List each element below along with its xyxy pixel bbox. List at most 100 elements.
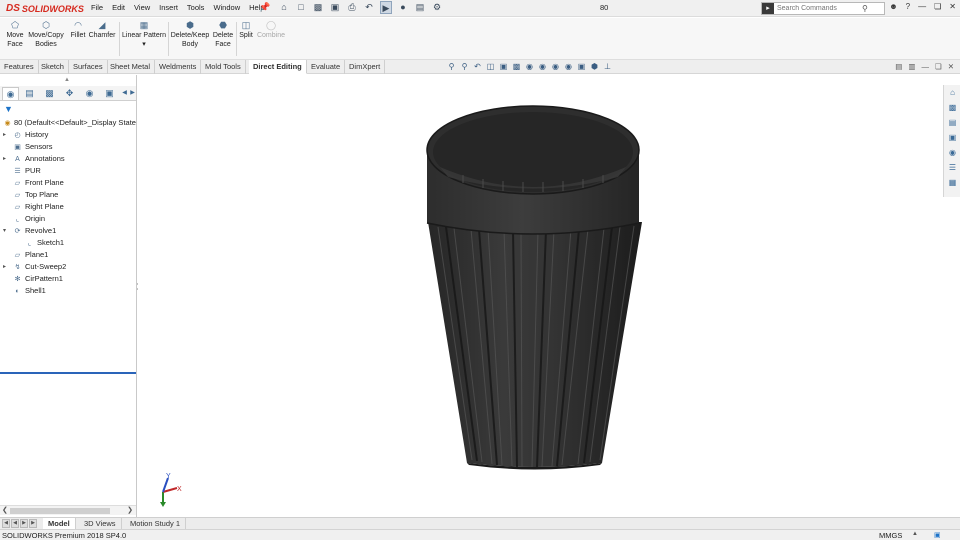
file-explorer-icon[interactable]: ▤ [944, 115, 960, 130]
viewport-close-icon[interactable]: ✕ [948, 62, 954, 71]
tree-item-sketch1[interactable]: ⌞ Sketch1 [0, 237, 136, 249]
tab-weldments[interactable]: Weldments [155, 60, 202, 74]
view-orientation-icon[interactable]: ▩ [512, 61, 521, 73]
panel-grip[interactable]: ▲ [64, 77, 70, 83]
minimize-icon[interactable]: — [918, 2, 926, 11]
menu-edit[interactable]: Edit [109, 3, 128, 12]
combine-button[interactable]: ◯ Combine [256, 20, 286, 40]
fillet-button[interactable]: ◠ Fillet [68, 20, 88, 40]
property-manager-tab-icon[interactable]: ▤ [21, 87, 38, 100]
viewport-restore-icon[interactable]: ❏ [935, 62, 942, 71]
tile-icon[interactable]: ▤ [895, 62, 902, 71]
tree-horizontal-scrollbar[interactable]: ❮ ❯ [0, 505, 136, 515]
chamfer-button[interactable]: ◢ Chamfer [88, 20, 116, 40]
restore-icon[interactable]: ❏ [934, 2, 941, 11]
tree-item-right-plane[interactable]: ▱ Right Plane [0, 201, 136, 213]
edit-appearance-icon[interactable]: ◉ [551, 61, 560, 73]
scroll-thumb[interactable] [10, 508, 110, 514]
rebuild-icon[interactable]: ● [397, 1, 409, 14]
tree-item-sensors[interactable]: ▣ Sensors [0, 141, 136, 153]
solidworks-resources-icon[interactable]: ⌂ [944, 85, 960, 100]
tree-item-part[interactable]: ◉ 80 (Default<<Default>_Display State 1>… [0, 117, 136, 129]
unit-system[interactable]: MMGS [879, 531, 902, 540]
units-dropdown-icon[interactable]: ▲ [912, 531, 918, 537]
home-icon[interactable]: ⌂ [278, 1, 290, 14]
tree-item-cirpattern1[interactable]: ✻ CirPattern1 [0, 273, 136, 285]
display-manager-tab-icon[interactable]: ◉ [81, 87, 98, 100]
tree-item-plane1[interactable]: ▱ Plane1 [0, 249, 136, 261]
tab-sketch[interactable]: Sketch [37, 60, 69, 74]
menu-insert[interactable]: Insert [156, 3, 181, 12]
tree-item-history[interactable]: ▸ ◴ History [0, 129, 136, 141]
tree-item-annotations[interactable]: ▸ A Annotations [0, 153, 136, 165]
next-tab-icon[interactable]: ▶ [20, 519, 28, 528]
split-button[interactable]: ◫ Split [238, 20, 254, 40]
menu-view[interactable]: View [131, 3, 153, 12]
tree-item-shell1[interactable]: ◐ Shell1 [0, 285, 136, 297]
rollback-bar[interactable] [0, 372, 136, 374]
search-input[interactable] [774, 5, 862, 12]
previous-tab-icon[interactable]: ◀ [11, 519, 19, 528]
move-face-button[interactable]: ⬠ Move Face [4, 20, 26, 49]
display-style-icon[interactable]: ◉ [525, 61, 534, 73]
first-tab-icon[interactable]: ◀ [2, 519, 10, 528]
tab-direct-editing[interactable]: Direct Editing [249, 60, 307, 74]
tree-item-top-plane[interactable]: ▱ Top Plane [0, 189, 136, 201]
tab-evaluate[interactable]: Evaluate [307, 60, 346, 74]
apply-scene-icon[interactable]: ◉ [564, 61, 573, 73]
zoom-to-fit-icon[interactable]: ⚲ [447, 61, 456, 73]
cup-model[interactable] [138, 75, 943, 517]
tab-features[interactable]: Features [0, 60, 39, 74]
pin-menu-icon[interactable]: 📌 [259, 2, 270, 13]
last-tab-icon[interactable]: ▶ [29, 519, 37, 528]
expand-icon[interactable]: ▸ [3, 153, 9, 165]
linear-pattern-button[interactable]: ▦ Linear Pattern ▾ [121, 20, 167, 49]
design-library-icon[interactable]: ▩ [944, 100, 960, 115]
solidworks-logo[interactable]: DS SOLIDWORKS [6, 1, 84, 16]
collapse-icon[interactable]: ▾ [3, 225, 9, 237]
file-properties-icon[interactable]: ▤ [414, 1, 426, 14]
print-icon[interactable]: ⎙ [346, 1, 358, 14]
open-icon[interactable]: ▩ [312, 1, 324, 14]
view-settings-icon[interactable]: ▣ [577, 61, 586, 73]
expand-icon[interactable]: ▸ [3, 129, 9, 141]
expand-icon[interactable]: ▸ [3, 261, 9, 273]
tab-mold-tools[interactable]: Mold Tools [201, 60, 246, 74]
hide-show-items-icon[interactable]: ◉ [538, 61, 547, 73]
section-view-icon[interactable]: ◫ [486, 61, 495, 73]
dynamic-annotation-icon[interactable]: ▣ [499, 61, 508, 73]
view-palette-icon[interactable]: ▣ [944, 130, 960, 145]
scroll-left-icon[interactable]: ❮ [2, 506, 8, 514]
scroll-right-icon[interactable]: ❯ [127, 506, 133, 514]
appearances-icon[interactable]: ◉ [944, 145, 960, 160]
viewport-minimize-icon[interactable]: — [921, 62, 929, 71]
tree-item-material[interactable]: ☰ PUR [0, 165, 136, 177]
search-icon[interactable]: ⚲ [862, 4, 868, 13]
menu-window[interactable]: Window [210, 3, 243, 12]
feature-manager-tab-icon[interactable]: ◉ [2, 87, 19, 100]
tree-item-origin[interactable]: ⌞ Origin [0, 213, 136, 225]
close-icon[interactable]: ✕ [949, 2, 956, 11]
tree-item-front-plane[interactable]: ▱ Front Plane [0, 177, 136, 189]
filter-icon[interactable]: ▼ [4, 104, 13, 114]
configuration-manager-tab-icon[interactable]: ▩ [41, 87, 58, 100]
chevron-down-icon[interactable]: ▾ [142, 41, 146, 48]
dimxpert-manager-tab-icon[interactable]: ✥ [61, 87, 78, 100]
tile-vertical-icon[interactable]: ▥ [908, 62, 915, 71]
save-icon[interactable]: ▣ [329, 1, 341, 14]
options-icon[interactable]: ⚙ [431, 1, 443, 14]
tab-dimxpert[interactable]: DimXpert [345, 60, 386, 74]
undo-icon[interactable]: ↶ [363, 1, 375, 14]
delete-face-button[interactable]: ⬣ Delete Face [212, 20, 234, 49]
display-pane-icon[interactable]: ⬢ [590, 61, 599, 73]
graphics-area[interactable] [138, 75, 943, 517]
menu-file[interactable]: File [88, 3, 106, 12]
forum-icon[interactable]: ▦ [944, 175, 960, 190]
help-icon[interactable]: ? [906, 2, 910, 11]
move-copy-bodies-button[interactable]: ⬡ Move/Copy Bodies [27, 20, 65, 49]
tab-sheet-metal[interactable]: Sheet Metal [106, 60, 156, 74]
tree-item-revolve1[interactable]: ▾ ⟳ Revolve1 [0, 225, 136, 237]
triad-icon[interactable]: ⊥ [603, 61, 612, 73]
tab-surfaces[interactable]: Surfaces [69, 60, 108, 74]
menu-tools[interactable]: Tools [184, 3, 208, 12]
